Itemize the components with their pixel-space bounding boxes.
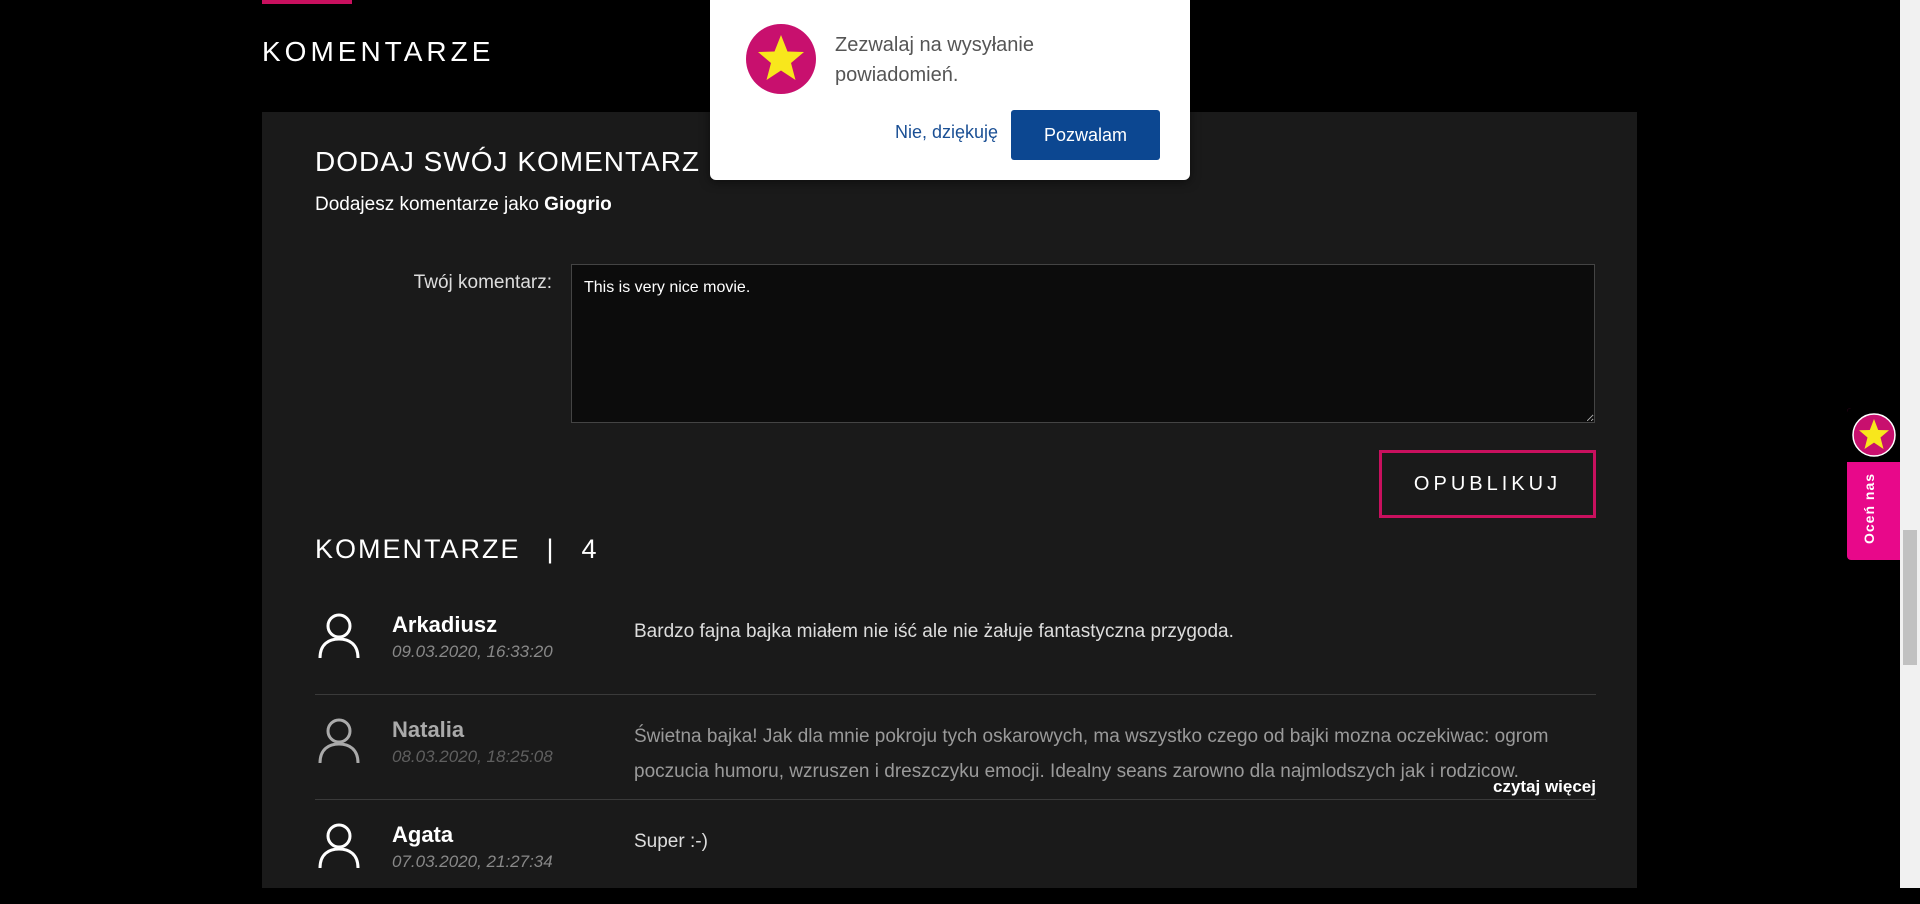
- notification-permission-popup: Zezwalaj na wysyłanie powiadomień. Nie, …: [710, 0, 1190, 180]
- rate-us-label: Oceń nas: [1861, 472, 1877, 544]
- comments-count: 4: [581, 534, 599, 564]
- scrollbar-thumb[interactable]: [1903, 530, 1917, 665]
- comment-date: 09.03.2020, 16:33:20: [392, 642, 553, 661]
- comment-author: Arkadiusz: [392, 612, 498, 637]
- user-avatar-icon: [318, 613, 360, 659]
- page-scrollbar[interactable]: [1900, 0, 1920, 888]
- deny-notifications-button[interactable]: Nie, dziękuję: [895, 122, 998, 143]
- comment-field-label: Twój komentarz:: [413, 272, 552, 293]
- comments-separator: |: [546, 534, 556, 564]
- comment-text: Bardzo fajna bajka miałem nie iść ale ni…: [634, 621, 1234, 642]
- comment-text: Super :-): [634, 831, 708, 852]
- popup-message: Zezwalaj na wysyłanie powiadomień.: [835, 34, 1034, 86]
- star-logo-icon: [1852, 413, 1896, 457]
- comment-date: 08.03.2020, 18:25:08: [392, 747, 553, 766]
- section-heading: KOMENTARZE: [262, 36, 495, 67]
- comments-count-header: KOMENTARZE | 4: [315, 534, 599, 565]
- comment-author: Agata: [392, 822, 454, 847]
- comments-panel: DODAJ SWÓJ KOMENTARZ DO NA Dodajesz kome…: [262, 112, 1637, 888]
- user-avatar-icon: [318, 823, 360, 869]
- top-accent-bar: [262, 0, 352, 4]
- commenting-username: Giogrio: [544, 194, 612, 215]
- comment-date: 07.03.2020, 21:27:34: [392, 852, 553, 871]
- star-logo-icon: [746, 24, 816, 94]
- publish-button[interactable]: OPUBLIKUJ: [1379, 450, 1596, 518]
- user-avatar-icon: [318, 718, 360, 764]
- commenting-as-prefix: Dodajesz komentarze jako: [315, 194, 539, 215]
- rate-logo-wrap: [1847, 408, 1900, 462]
- comments-heading: KOMENTARZE: [315, 534, 521, 564]
- commenting-as: Dodajesz komentarze jako Giogrio: [315, 194, 612, 216]
- read-more-link[interactable]: czytaj więcej: [1484, 777, 1596, 797]
- allow-notifications-button[interactable]: Pozwalam: [1011, 110, 1160, 160]
- comment-text: Świetna bajka! Jak dla mnie pokroju tych…: [634, 726, 1549, 782]
- comment-list: Arkadiusz 09.03.2020, 16:33:20 Bardzo fa…: [315, 590, 1596, 904]
- comment-item: Natalia 08.03.2020, 18:25:08 Świetna baj…: [315, 695, 1596, 800]
- rate-us-tab[interactable]: Oceń nas: [1847, 408, 1900, 560]
- comment-author: Natalia: [392, 717, 465, 742]
- comment-textarea[interactable]: This is very nice movie.: [571, 264, 1595, 423]
- comment-item: Arkadiusz 09.03.2020, 16:33:20 Bardzo fa…: [315, 590, 1596, 695]
- comment-item: Agata 07.03.2020, 21:27:34 Super :-): [315, 800, 1596, 904]
